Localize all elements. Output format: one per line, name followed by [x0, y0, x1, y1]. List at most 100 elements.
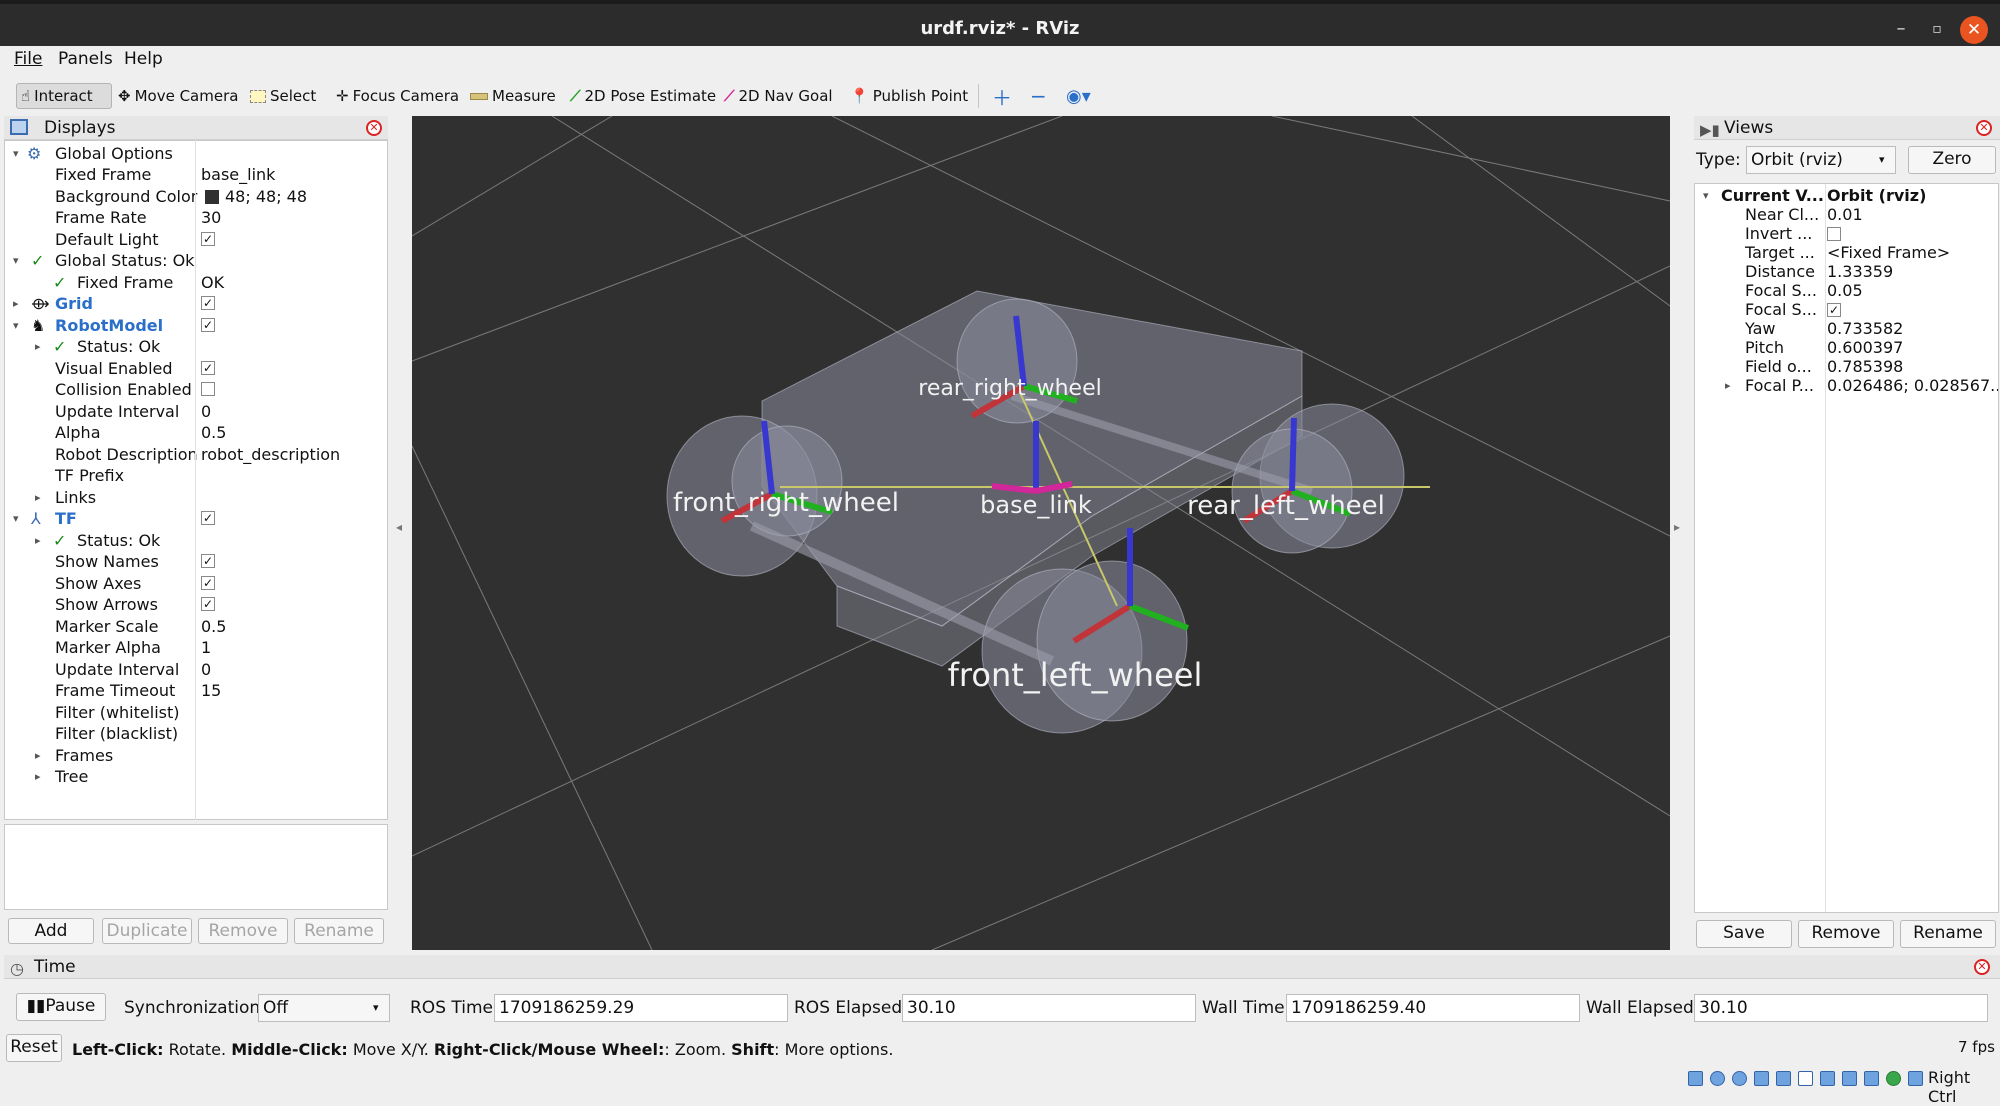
tree-row-frame-timeout[interactable]: Frame Timeout 15 — [5, 680, 387, 701]
ros-elapsed-field[interactable]: 30.10 — [902, 994, 1196, 1022]
minimize-icon[interactable]: – — [1888, 16, 1914, 42]
close-window-icon[interactable]: ✕ — [1960, 16, 1988, 44]
tray-display-icon[interactable] — [1820, 1071, 1835, 1086]
tray-usb-icon[interactable] — [1776, 1071, 1791, 1086]
tree-row-global-status[interactable]: ▾ ✓ Global Status: Ok — [5, 250, 387, 271]
tf-checkbox[interactable]: ✓ — [201, 511, 215, 525]
tree-row-global-options[interactable]: ▾ ⚙ Global Options — [5, 143, 387, 164]
views-row-near-clip[interactable]: Near Cl... 0.01 — [1695, 205, 1998, 224]
menu-help[interactable]: Help — [124, 49, 163, 69]
tray-shared-folder-icon[interactable] — [1798, 1071, 1813, 1086]
default-light-checkbox[interactable]: ✓ — [201, 232, 215, 246]
focus-camera-tool[interactable]: ✛ Focus Camera — [336, 83, 459, 109]
tree-row-status-fixed-frame[interactable]: ✓ Fixed Frame OK — [5, 272, 387, 293]
eye-icon[interactable]: ◉▾ — [1066, 83, 1091, 109]
tree-row-update-interval[interactable]: Update Interval 0 — [5, 401, 387, 422]
tree-row-alpha[interactable]: Alpha 0.5 — [5, 422, 387, 443]
views-row-focal-shape[interactable]: Focal S... ✓ — [1695, 300, 1998, 319]
tree-row-tf-update-interval[interactable]: Update Interval 0 — [5, 659, 387, 680]
tree-row-links[interactable]: ▸ Links — [5, 487, 387, 508]
view-type-select[interactable]: Orbit (rviz) ▾ — [1746, 146, 1896, 174]
move-camera-tool[interactable]: ✥ Move Camera — [118, 83, 238, 109]
pose-estimate-tool[interactable]: ⟋ 2D Pose Estimate — [570, 83, 716, 109]
tree-row-tree[interactable]: ▸ Tree — [5, 766, 387, 787]
views-row-field-of-view[interactable]: Field o... 0.785398 — [1695, 357, 1998, 376]
tree-row-marker-scale[interactable]: Marker Scale 0.5 — [5, 616, 387, 637]
tree-row-tf[interactable]: ▾ ⅄ TF ✓ — [5, 508, 387, 529]
tree-row-show-arrows[interactable]: Show Arrows ✓ — [5, 594, 387, 615]
tree-row-background-color[interactable]: Background Color 48; 48; 48 — [5, 186, 387, 207]
tree-row-robot-status[interactable]: ▸ ✓ Status: Ok — [5, 336, 387, 357]
nav-goal-tool[interactable]: ⟋ 2D Nav Goal — [724, 83, 833, 109]
tray-recording-icon[interactable] — [1842, 1071, 1857, 1086]
tree-row-frames[interactable]: ▸ Frames — [5, 745, 387, 766]
select-tool[interactable]: Select — [250, 83, 316, 109]
tree-row-show-axes[interactable]: Show Axes ✓ — [5, 573, 387, 594]
restore-icon[interactable]: ▫ — [1924, 16, 1950, 42]
tray-mouse-integration-icon[interactable] — [1886, 1071, 1901, 1086]
tray-optical-icon[interactable] — [1710, 1071, 1725, 1086]
tree-row-filter-blacklist[interactable]: Filter (blacklist) — [5, 723, 387, 744]
tree-row-collision-enabled[interactable]: Collision Enabled — [5, 379, 387, 400]
robotmodel-checkbox[interactable]: ✓ — [201, 318, 215, 332]
ros-time-field[interactable]: 1709186259.29 — [494, 994, 788, 1022]
displays-tree[interactable]: ▾ ⚙ Global Options Fixed Frame base_link Ba… — [4, 140, 388, 820]
tree-row-filter-whitelist[interactable]: Filter (whitelist) — [5, 702, 387, 723]
color-swatch[interactable] — [205, 190, 219, 204]
rename-view-button[interactable]: Rename — [1900, 920, 1996, 948]
tray-disk-icon[interactable] — [1688, 1071, 1703, 1086]
right-splitter-handle[interactable]: ▸ — [1674, 520, 1680, 534]
views-row-focal-size[interactable]: Focal S... 0.05 — [1695, 281, 1998, 300]
measure-tool[interactable]: Measure — [470, 83, 556, 109]
tray-cpu-icon[interactable] — [1864, 1071, 1879, 1086]
collision-enabled-checkbox[interactable] — [201, 382, 215, 396]
tree-row-robot-description[interactable]: Robot Description robot_description — [5, 444, 387, 465]
rename-display-button[interactable]: Rename — [294, 918, 384, 944]
sync-select[interactable]: Off ▾ — [258, 994, 390, 1022]
remove-view-button[interactable]: Remove — [1798, 920, 1894, 948]
views-tree[interactable]: ▾ Current V... Orbit (rviz) Near Cl... 0.01… — [1694, 183, 1999, 913]
tree-row-grid[interactable]: ▸ ⟴ Grid ✓ — [5, 293, 387, 314]
publish-point-tool[interactable]: 📍 Publish Point — [850, 83, 968, 109]
views-row-invert[interactable]: Invert ... — [1695, 224, 1998, 243]
tree-row-visual-enabled[interactable]: Visual Enabled ✓ — [5, 358, 387, 379]
tray-keyboard-icon[interactable] — [1908, 1071, 1923, 1086]
remove-display-button[interactable]: Remove — [198, 918, 288, 944]
show-arrows-checkbox[interactable]: ✓ — [201, 597, 215, 611]
tray-network-icon[interactable] — [1754, 1071, 1769, 1086]
tree-row-default-light[interactable]: Default Light ✓ — [5, 229, 387, 250]
close-displays-icon[interactable]: ✕ — [366, 120, 382, 136]
tree-row-show-names[interactable]: Show Names ✓ — [5, 551, 387, 572]
tree-row-frame-rate[interactable]: Frame Rate 30 — [5, 207, 387, 228]
zero-button[interactable]: Zero — [1908, 146, 1996, 174]
pause-button[interactable]: ▮▮Pause — [16, 993, 106, 1021]
tree-row-robotmodel[interactable]: ▾ ♞ RobotModel ✓ — [5, 315, 387, 336]
interact-tool[interactable]: ☝ Interact — [16, 83, 112, 109]
reset-button[interactable]: Reset — [6, 1034, 62, 1062]
save-view-button[interactable]: Save — [1696, 920, 1792, 948]
wall-time-field[interactable]: 1709186259.40 — [1286, 994, 1580, 1022]
3d-viewport[interactable]: rear_right_wheel front_right_wheel base_… — [412, 116, 1670, 950]
menu-panels[interactable]: Panels — [58, 49, 113, 69]
minus-icon[interactable]: − — [1030, 83, 1047, 109]
views-row-pitch[interactable]: Pitch 0.600397 — [1695, 338, 1998, 357]
views-row-current[interactable]: ▾ Current V... Orbit (rviz) — [1695, 186, 1998, 205]
visual-enabled-checkbox[interactable]: ✓ — [201, 361, 215, 375]
tree-row-tf-prefix[interactable]: TF Prefix — [5, 465, 387, 486]
views-row-yaw[interactable]: Yaw 0.733582 — [1695, 319, 1998, 338]
close-views-icon[interactable]: ✕ — [1976, 120, 1992, 136]
tree-row-marker-alpha[interactable]: Marker Alpha 1 — [5, 637, 387, 658]
views-row-focal-point[interactable]: ▸ Focal P... 0.026486; 0.028567... — [1695, 376, 1998, 395]
views-row-distance[interactable]: Distance 1.33359 — [1695, 262, 1998, 281]
tree-row-tf-status[interactable]: ▸ ✓ Status: Ok — [5, 530, 387, 551]
duplicate-display-button[interactable]: Duplicate — [102, 918, 192, 944]
left-splitter-handle[interactable]: ◂ — [396, 520, 402, 534]
show-names-checkbox[interactable]: ✓ — [201, 554, 215, 568]
focal-shape-checkbox[interactable]: ✓ — [1827, 303, 1841, 317]
plus-icon[interactable]: ＋ — [992, 83, 1012, 110]
scene-svg[interactable]: rear_right_wheel front_right_wheel base_… — [412, 116, 1670, 950]
tree-row-fixed-frame[interactable]: Fixed Frame base_link — [5, 164, 387, 185]
views-row-target[interactable]: Target ... <Fixed Frame> — [1695, 243, 1998, 262]
close-time-icon[interactable]: ✕ — [1974, 959, 1990, 975]
menu-file[interactable]: File — [14, 49, 42, 69]
